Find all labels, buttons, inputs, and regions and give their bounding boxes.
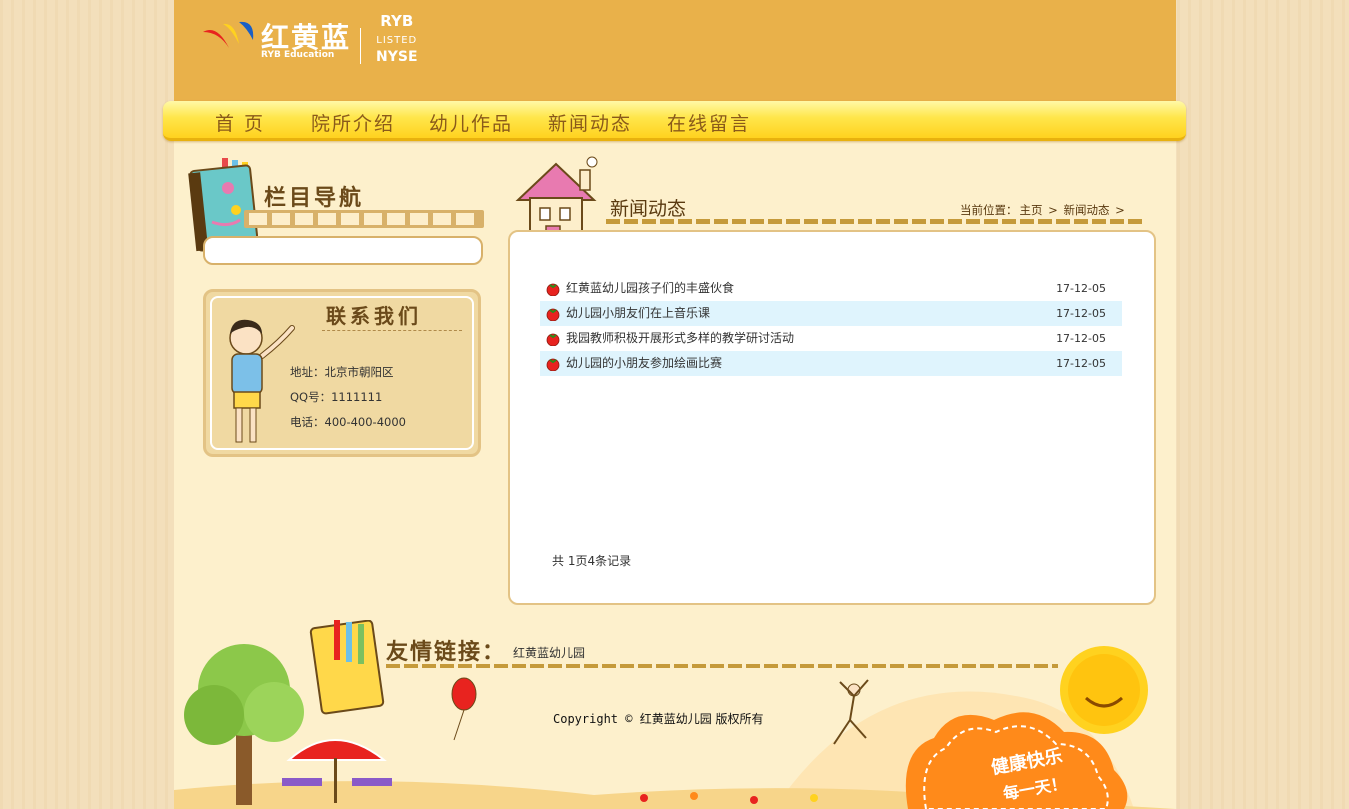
breadcrumb: 当前位置： 主页 > 新闻动态 >	[960, 202, 1127, 218]
ticker-exchange: NYSE	[376, 49, 418, 66]
contact-title: 联系我们	[326, 304, 422, 328]
news-date: 17-12-05	[1056, 282, 1106, 295]
ticker-listed: LISTED	[376, 34, 418, 46]
tomato-bullet-icon	[546, 358, 560, 371]
contact-qq: QQ号：1111111	[290, 390, 383, 404]
news-list: 红黄蓝幼儿园孩子们的丰盛伙食 17-12-05 幼儿园小朋友们在上音乐课 17-…	[540, 276, 1122, 376]
news-date: 17-12-05	[1056, 307, 1106, 320]
friend-link[interactable]: 红黄蓝幼儿园	[513, 644, 585, 661]
contact-phone: 电话：400-400-4000	[290, 415, 406, 429]
sidebar-title: 栏目导航	[264, 186, 365, 211]
news-item[interactable]: 幼儿园的小朋友参加绘画比赛 17-12-05	[540, 351, 1122, 376]
section-underline	[606, 219, 1146, 224]
tomato-bullet-icon	[546, 308, 560, 321]
main-nav: 首 页 院所介绍 幼儿作品 新闻动态 在线留言	[163, 101, 1186, 141]
news-title[interactable]: 幼儿园小朋友们在上音乐课	[566, 306, 710, 320]
contact-divider	[322, 330, 462, 331]
breadcrumb-separator: >	[1115, 203, 1125, 217]
news-title[interactable]: 幼儿园的小朋友参加绘画比赛	[566, 356, 722, 370]
child-illustration-icon	[229, 319, 295, 443]
news-panel: 红黄蓝幼儿园孩子们的丰盛伙食 17-12-05 幼儿园小朋友们在上音乐课 17-…	[508, 230, 1156, 605]
tomato-bullet-icon	[546, 283, 560, 296]
sidebar-menu	[203, 236, 483, 265]
sidebar-tape	[244, 210, 484, 228]
copyright: Copyright © 红黄蓝幼儿园 版权所有	[553, 710, 764, 727]
nav-item-about[interactable]: 院所介绍	[311, 109, 395, 136]
section-title: 新闻动态	[610, 198, 687, 220]
news-item[interactable]: 我园教师积极开展形式多样的教学研讨活动 17-12-05	[540, 326, 1122, 351]
copyright-text: 红黄蓝幼儿园 版权所有	[639, 712, 764, 726]
breadcrumb-separator: >	[1048, 203, 1058, 217]
pagination-info: 共 1页4条记录	[552, 554, 632, 568]
logo-divider	[360, 28, 361, 64]
news-date: 17-12-05	[1056, 357, 1106, 370]
tomato-bullet-icon	[546, 333, 560, 346]
friend-links-underline	[386, 664, 1058, 668]
nav-item-works[interactable]: 幼儿作品	[429, 109, 513, 136]
nav-item-news[interactable]: 新闻动态	[548, 109, 632, 136]
ticker-symbol: RYB	[380, 12, 414, 30]
news-title[interactable]: 红黄蓝幼儿园孩子们的丰盛伙食	[566, 281, 734, 295]
news-item[interactable]: 红黄蓝幼儿园孩子们的丰盛伙食 17-12-05	[540, 276, 1122, 301]
nav-item-home[interactable]: 首 页	[215, 109, 265, 136]
copyright-prefix: Copyright ©	[553, 712, 633, 726]
breadcrumb-home[interactable]: 主页	[1020, 203, 1043, 217]
news-title[interactable]: 我园教师积极开展形式多样的教学研讨活动	[566, 331, 794, 345]
contact-address: 地址：北京市朝阳区	[290, 365, 394, 379]
logo-subtext: RYB Education	[261, 50, 335, 60]
breadcrumb-current[interactable]: 新闻动态	[1063, 203, 1109, 217]
breadcrumb-prefix: 当前位置：	[960, 203, 1018, 217]
contact-card: 联系我们 地址：北京市朝阳区 QQ号：1111111 电话：400-400-40…	[203, 289, 481, 457]
nyse-listing: RYB LISTED NYSE	[376, 12, 418, 66]
news-item[interactable]: 幼儿园小朋友们在上音乐课 17-12-05	[540, 301, 1122, 326]
header: 红黄蓝 RYB Education RYB LISTED NYSE	[174, 0, 1176, 102]
logo-mark-icon	[203, 21, 254, 48]
nav-item-message[interactable]: 在线留言	[667, 109, 751, 136]
news-date: 17-12-05	[1056, 332, 1106, 345]
friend-links-title: 友情链接：	[386, 640, 507, 665]
